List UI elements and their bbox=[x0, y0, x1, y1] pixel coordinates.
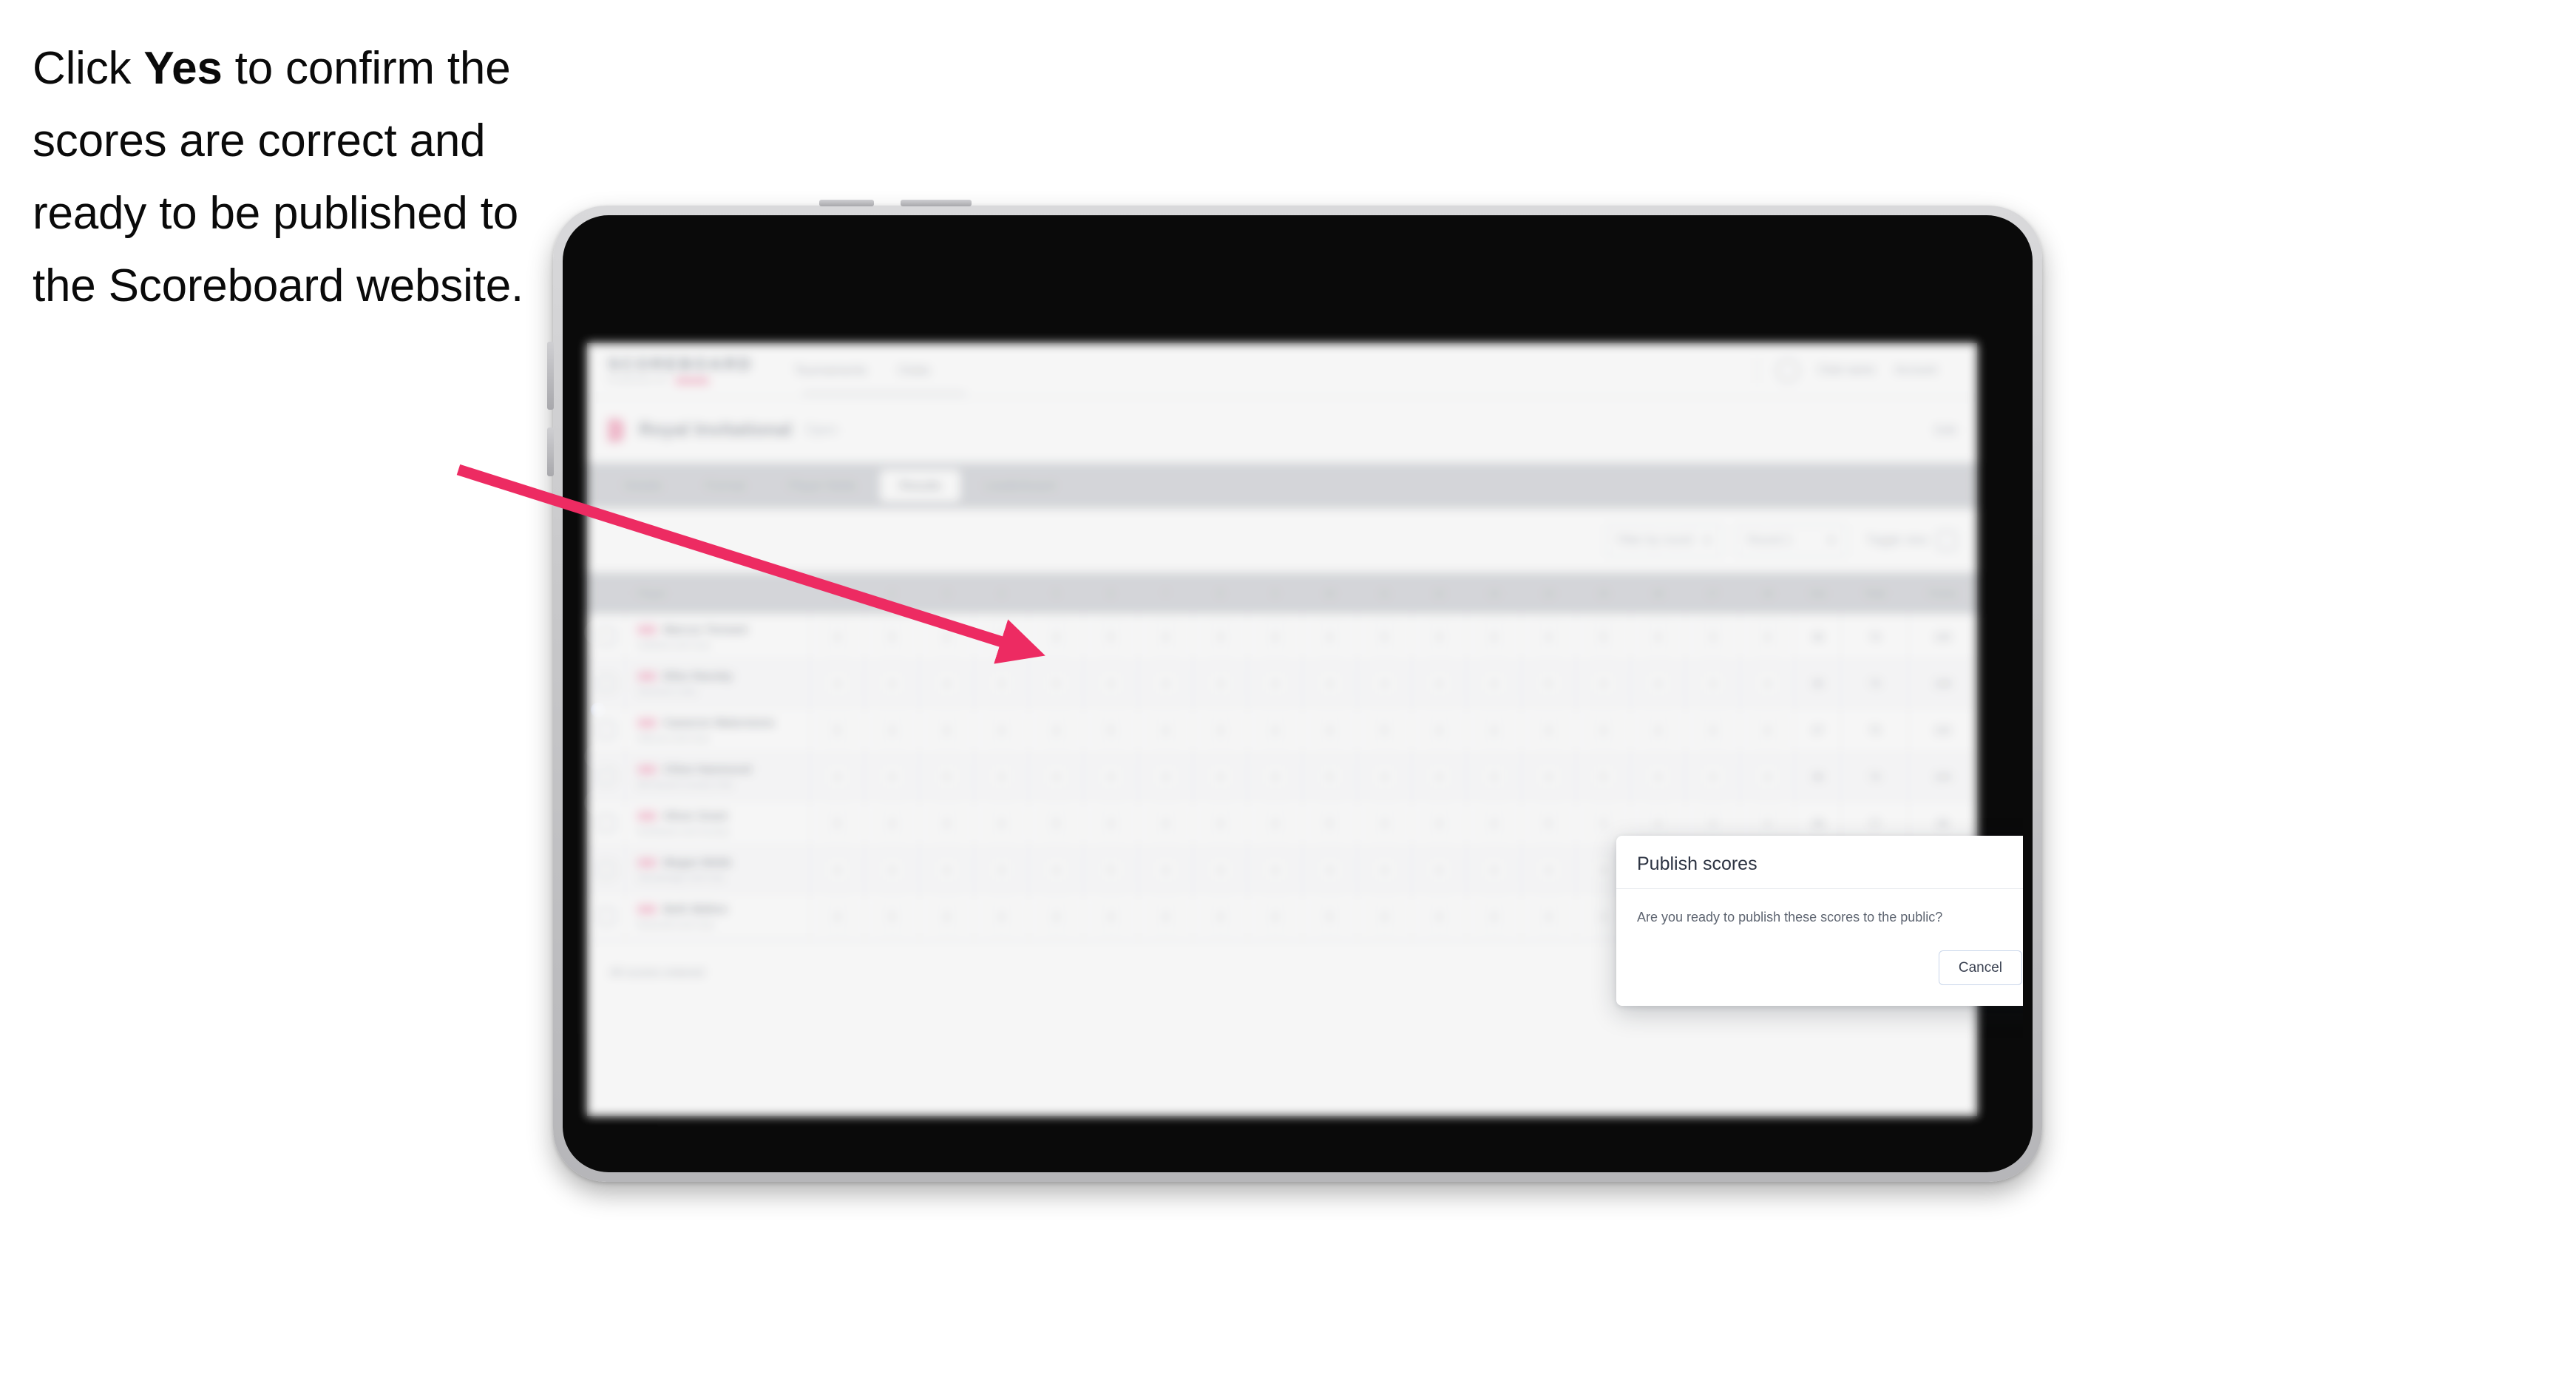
device-side-button-lower[interactable] bbox=[547, 427, 554, 476]
device-power-button[interactable] bbox=[901, 200, 972, 206]
instruction-emphasis: Yes bbox=[143, 43, 223, 94]
dialog-header: Publish scores ✕ bbox=[1616, 836, 2023, 889]
dialog-title: Publish scores bbox=[1637, 853, 1758, 874]
device-volume-button[interactable] bbox=[819, 200, 874, 206]
instruction-text: Click Yes to confirm the scores are corr… bbox=[33, 33, 580, 322]
dialog-message: Are you ready to publish these scores to… bbox=[1637, 910, 1943, 924]
publish-scores-dialog: Publish scores ✕ Are you ready to publis… bbox=[1616, 836, 2023, 1007]
device-side-button-upper[interactable] bbox=[547, 342, 554, 410]
cancel-button[interactable]: Cancel bbox=[1938, 950, 2022, 986]
screen-content-clip: SCOREBOARD POWERED BY Tournaments Clubs … bbox=[572, 223, 2023, 1164]
tablet-device: SCOREBOARD POWERED BY Tournaments Clubs … bbox=[547, 200, 2042, 1182]
instruction-prefix: Click bbox=[33, 43, 144, 94]
dialog-actions: Cancel Yes bbox=[1616, 934, 2023, 1006]
